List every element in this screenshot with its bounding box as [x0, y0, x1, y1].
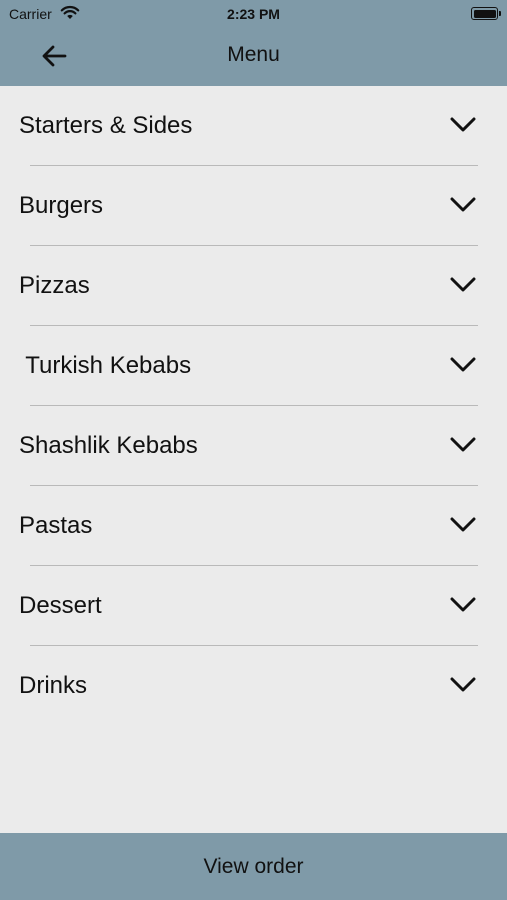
category-label: Pastas	[19, 512, 93, 539]
chevron-down-icon	[450, 277, 476, 292]
category-label: Shashlik Kebabs	[19, 432, 198, 459]
status-time: 2:23 PM	[227, 6, 280, 22]
category-label: Turkish Kebabs	[19, 352, 192, 379]
category-label: Dessert	[19, 592, 102, 619]
category-label: Pizzas	[19, 272, 90, 299]
chevron-down-icon	[450, 517, 476, 532]
chevron-down-icon	[450, 357, 476, 372]
status-bar: Carrier 2:23 PM	[0, 0, 507, 28]
category-row-turkish-kebabs[interactable]: Turkish Kebabs	[0, 326, 507, 406]
category-row-shashlik-kebabs[interactable]: Shashlik Kebabs	[0, 406, 507, 486]
category-label: Starters & Sides	[19, 112, 193, 139]
category-label: Burgers	[19, 192, 104, 219]
view-order-button[interactable]: View order	[0, 833, 507, 900]
category-row-burgers[interactable]: Burgers	[0, 166, 507, 246]
chevron-down-icon	[450, 197, 476, 212]
chevron-down-icon	[450, 597, 476, 612]
category-row-starters[interactable]: Starters & Sides	[0, 86, 507, 166]
category-row-pastas[interactable]: Pastas	[0, 486, 507, 566]
page-title: Menu	[227, 43, 280, 66]
category-row-dessert[interactable]: Dessert	[0, 566, 507, 646]
category-row-pizzas[interactable]: Pizzas	[0, 246, 507, 326]
chevron-down-icon	[450, 677, 476, 692]
top-bar: Carrier 2:23 PM Menu	[0, 0, 507, 86]
chevron-down-icon	[450, 437, 476, 452]
category-list: Starters & Sides Burgers Pizzas Turkish …	[0, 86, 507, 726]
category-label: Drinks	[19, 672, 88, 699]
view-order-label: View order	[203, 854, 304, 878]
chevron-down-icon	[450, 117, 476, 132]
battery-icon	[471, 7, 501, 20]
category-row-drinks[interactable]: Drinks	[0, 646, 507, 726]
